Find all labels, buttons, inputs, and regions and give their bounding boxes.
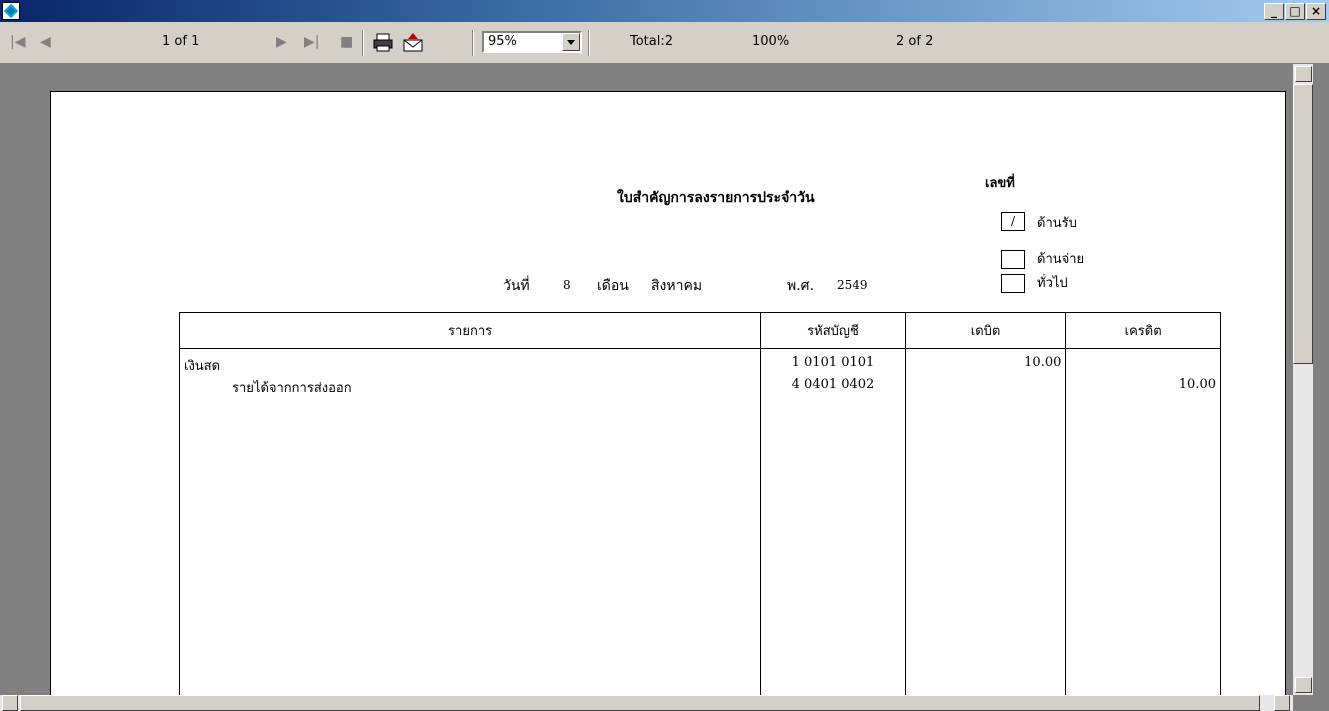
column-header-item: รายการ: [178, 312, 762, 349]
day-label: วันที่: [503, 278, 530, 294]
report-toolbar: |◀ ◀ 1 of 1 ▶ ▶| ■ 95% Total:2 100% 2 of…: [0, 22, 1329, 64]
row-credit: 10.00: [1065, 377, 1221, 399]
row-account-code: 1 0101 0101: [760, 348, 906, 377]
horizontal-scrollbar[interactable]: [0, 695, 1293, 711]
report-page: ใบสำคัญการลงรายการประจำวัน เลขที่ / ด้าน…: [50, 91, 1286, 701]
zoom-select[interactable]: 95%: [482, 31, 582, 53]
row-item: รายได้จากการส่งออก: [178, 377, 762, 399]
journal-table: รายการ รหัสบัญชี เดบิต เครดิต เงินสด 1 0…: [178, 312, 1221, 699]
stop-icon[interactable]: ■: [340, 34, 353, 50]
scroll-up-icon[interactable]: [1295, 66, 1312, 82]
scroll-right-icon[interactable]: [1274, 695, 1290, 711]
previous-page-icon[interactable]: ◀: [40, 34, 51, 50]
title-bar: _ □ ×: [0, 0, 1329, 22]
vertical-scrollbar[interactable]: [1293, 64, 1313, 695]
year-label: พ.ศ.: [787, 278, 815, 294]
checkbox-receipt-label: ด้านรับ: [1037, 216, 1077, 231]
percent-complete: 100%: [752, 34, 790, 49]
table-filler-row: [178, 399, 1221, 699]
row-debit: 10.00: [904, 348, 1067, 377]
first-page-icon[interactable]: |◀: [10, 34, 25, 50]
checkbox-receipt: /: [1001, 212, 1025, 231]
maximize-button[interactable]: □: [1285, 3, 1305, 20]
vertical-scroll-thumb[interactable]: [1293, 84, 1313, 364]
minimize-button[interactable]: _: [1264, 3, 1284, 20]
page-indicator: 1 of 1: [162, 34, 200, 49]
row-debit: [904, 377, 1067, 399]
next-page-icon[interactable]: ▶: [276, 34, 287, 50]
last-page-icon[interactable]: ▶|: [304, 34, 319, 50]
app-icon: [2, 2, 20, 20]
toolbar-separator: [588, 30, 590, 56]
report-title: ใบสำคัญการลงรายการประจำวัน: [617, 190, 815, 206]
table-header-row: รายการ รหัสบัญชี เดบิต เครดิต: [178, 312, 1221, 349]
table-row: เงินสด 1 0101 0101 10.00: [178, 348, 1221, 377]
checkbox-payment-label: ด้านจ่าย: [1037, 252, 1085, 267]
export-icon[interactable]: [402, 31, 424, 53]
column-header-credit: เครดิต: [1065, 312, 1221, 349]
month-value: สิงหาคม: [651, 278, 703, 294]
scroll-down-icon[interactable]: [1295, 677, 1312, 693]
row-item: เงินสด: [178, 348, 762, 377]
year-value: 2549: [837, 278, 868, 292]
checkbox-general-label: ทั่วไป: [1037, 276, 1068, 291]
record-indicator: 2 of 2: [896, 34, 934, 49]
checkbox-general: [1001, 274, 1025, 293]
toolbar-separator: [472, 30, 474, 56]
print-icon[interactable]: [372, 31, 394, 53]
chevron-down-icon[interactable]: [562, 33, 580, 51]
zoom-value: 95%: [488, 34, 517, 49]
document-number-label: เลขที่: [985, 176, 1015, 191]
horizontal-scroll-thumb[interactable]: [20, 695, 1260, 711]
column-header-account-code: รหัสบัญชี: [760, 312, 906, 349]
checkbox-payment: [1001, 250, 1025, 269]
row-account-code: 4 0401 0402: [760, 377, 906, 399]
column-header-debit: เดบิต: [904, 312, 1067, 349]
scroll-left-icon[interactable]: [2, 695, 18, 711]
total-count: Total:2: [630, 34, 674, 49]
row-credit: [1065, 348, 1221, 377]
toolbar-separator: [362, 30, 364, 56]
month-label: เดือน: [597, 278, 629, 294]
close-button[interactable]: ×: [1306, 3, 1326, 20]
table-row: รายได้จากการส่งออก 4 0401 0402 10.00: [178, 377, 1221, 399]
day-value: 8: [563, 278, 571, 292]
